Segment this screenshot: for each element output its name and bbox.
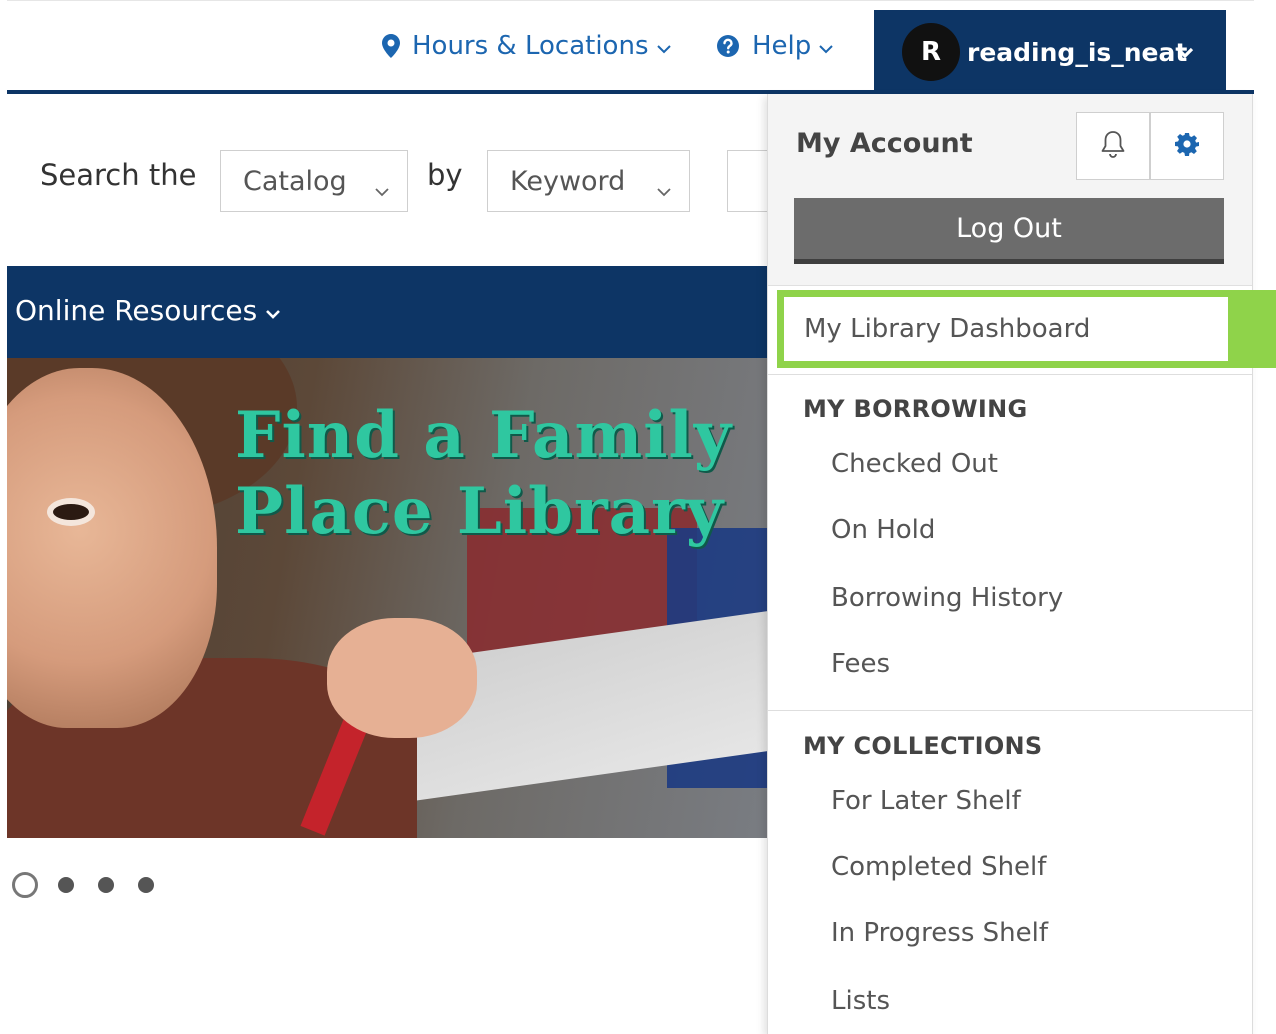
logout-button[interactable]: Log Out <box>794 198 1224 264</box>
nav-online-resources[interactable]: Online Resources <box>15 294 281 327</box>
menu-link-in-progress-shelf[interactable]: In Progress Shelf <box>831 918 1048 948</box>
hours-locations-label: Hours & Locations <box>412 31 649 61</box>
map-pin-icon <box>382 34 400 58</box>
chevron-down-icon <box>819 31 833 61</box>
search-scope-value: Catalog <box>243 165 347 197</box>
carousel-dots <box>12 872 178 898</box>
carousel-dot[interactable] <box>58 877 74 893</box>
menu-link-for-later-shelf[interactable]: For Later Shelf <box>831 786 1021 816</box>
my-collections-heading: MY COLLECTIONS <box>803 732 1043 760</box>
menu-link-checked-out[interactable]: Checked Out <box>831 449 998 479</box>
nav-online-resources-label: Online Resources <box>15 294 258 327</box>
search-type-value: Keyword <box>510 165 626 197</box>
menu-link-on-hold[interactable]: On Hold <box>831 515 935 545</box>
avatar: R <box>902 23 960 81</box>
menu-link-fees[interactable]: Fees <box>831 649 890 679</box>
menu-link-borrowing-history[interactable]: Borrowing History <box>831 583 1063 613</box>
hours-locations-link[interactable]: Hours & Locations <box>382 30 671 62</box>
search-scope-select[interactable]: Catalog <box>220 150 408 212</box>
hero-title: Find a Family Place Library <box>235 398 732 550</box>
by-label: by <box>427 158 463 192</box>
search-type-select[interactable]: Keyword <box>487 150 690 212</box>
hero-title-line: Place Library <box>235 474 725 549</box>
menu-divider <box>768 710 1252 711</box>
settings-button[interactable] <box>1150 112 1224 180</box>
gear-icon <box>1175 132 1199 160</box>
chevron-down-icon <box>265 294 281 327</box>
my-library-dashboard-link[interactable]: My Library Dashboard <box>784 297 1228 361</box>
account-menu-button[interactable]: R reading_is_neat <box>874 10 1226 94</box>
my-borrowing-heading: MY BORROWING <box>803 395 1028 423</box>
menu-divider <box>768 374 1252 375</box>
account-username: reading_is_neat <box>967 38 1188 67</box>
chevron-down-icon <box>656 31 671 61</box>
hero-photo-child <box>327 618 477 738</box>
search-label: Search the <box>40 158 197 192</box>
main-nav: Online Resources <box>7 266 807 358</box>
bell-icon <box>1100 129 1126 163</box>
chevron-down-icon <box>657 173 671 204</box>
question-circle-icon <box>716 34 740 58</box>
help-link[interactable]: Help <box>716 30 833 62</box>
help-label: Help <box>752 31 812 61</box>
chevron-down-icon <box>1176 44 1194 63</box>
menu-link-lists[interactable]: Lists <box>831 986 890 1016</box>
account-dropdown-header: My Account Log Out <box>768 94 1252 286</box>
carousel-dot[interactable] <box>138 877 154 893</box>
hero-photo-child <box>47 498 95 526</box>
carousel-dot[interactable] <box>98 877 114 893</box>
chevron-down-icon <box>375 173 389 204</box>
hero-banner[interactable]: Find a Family Place Library <box>7 358 807 838</box>
menu-link-completed-shelf[interactable]: Completed Shelf <box>831 852 1046 882</box>
hero-title-line: Find a Family <box>235 398 732 473</box>
account-dropdown-title: My Account <box>796 128 973 159</box>
carousel-dot[interactable] <box>12 872 38 898</box>
notifications-button[interactable] <box>1076 112 1150 180</box>
account-dropdown: My Account Log Out <box>767 94 1253 1034</box>
